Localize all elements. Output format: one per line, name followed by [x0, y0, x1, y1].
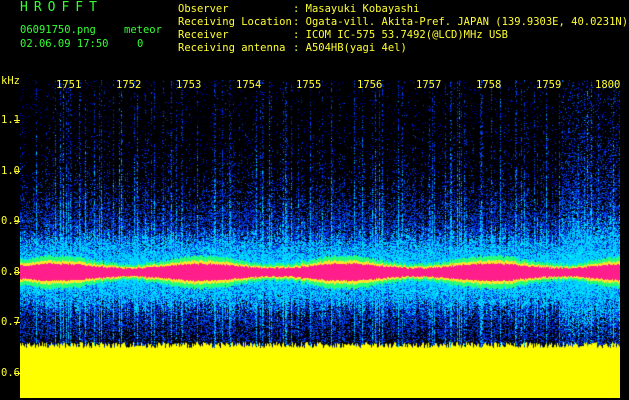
meteor-label: meteor	[124, 24, 162, 36]
capture-datetime: 02.06.09 17:50	[20, 38, 109, 50]
info-antenna-label: Receiving antenna	[178, 42, 286, 54]
x-tick-label: 1755	[296, 79, 322, 91]
app-brand: HROFFT	[20, 0, 103, 15]
x-tick-label: 1758	[476, 79, 502, 91]
y-tick-mark	[14, 322, 20, 324]
x-tick-label: 1752	[116, 79, 142, 91]
info-receiver-value: : ICOM IC-575 53.7492(@LCD)MHz USB	[293, 29, 508, 41]
x-tick-label: 1754	[236, 79, 262, 91]
file-name: 06091750.png	[20, 24, 96, 36]
y-axis-label: kHz	[1, 75, 20, 87]
x-tick-label: 1753	[176, 79, 202, 91]
spectrogram-canvas	[20, 80, 620, 398]
info-location-label: Receiving Location	[178, 16, 292, 28]
info-observer-value: : Masayuki Kobayashi	[293, 3, 420, 15]
x-tick-label: 1756	[357, 79, 383, 91]
y-tick-mark	[14, 120, 20, 122]
meteor-count: 0	[137, 38, 144, 50]
info-receiver-label: Receiver	[178, 29, 229, 41]
info-antenna-value: : A504HB(yagi 4el)	[293, 42, 407, 54]
x-tick-label: 1759	[536, 79, 562, 91]
y-tick-mark	[14, 271, 20, 273]
x-tick-label: 1757	[416, 79, 442, 91]
info-location-value: : Ogata-vill. Akita-Pref. JAPAN (139.930…	[293, 16, 629, 28]
x-tick-label: 1751	[56, 79, 82, 91]
y-tick-mark	[14, 170, 20, 172]
x-tick-label: 1800	[595, 79, 621, 91]
spectrogram	[20, 80, 620, 398]
y-tick-mark	[14, 221, 20, 223]
y-tick-mark	[14, 372, 20, 374]
info-observer-label: Observer	[178, 3, 229, 15]
